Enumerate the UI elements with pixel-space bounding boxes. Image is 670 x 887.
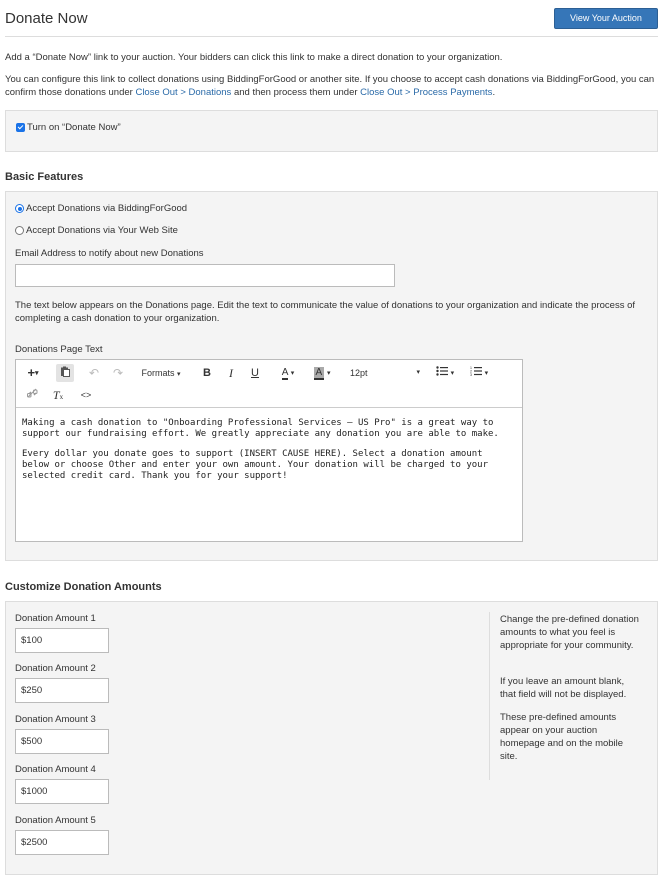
divider	[5, 36, 658, 37]
donate-now-toggle-panel: Turn on “Donate Now”	[5, 110, 658, 152]
bold-icon[interactable]: B	[199, 364, 215, 382]
radio-selected-icon[interactable]	[15, 204, 24, 213]
email-label: Email Address to notify about new Donati…	[15, 248, 204, 259]
donation-amount-3-field[interactable]: $500	[15, 729, 109, 754]
help-text-appear: These pre-defined amounts appear on your…	[500, 712, 624, 762]
donation-amount-4-field[interactable]: $1000	[15, 779, 109, 804]
donation-amount-4-label: Donation Amount 4	[15, 764, 96, 775]
donation-amount-1-label: Donation Amount 1	[15, 613, 96, 624]
intro-configure-text: You can configure this link to collect d…	[5, 74, 655, 98]
intro-text: Add a “Donate Now” link to your auction.…	[5, 52, 503, 63]
svg-text:3: 3	[470, 373, 472, 376]
radio-accept-web-site[interactable]: Accept Donations via Your Web Site	[15, 225, 178, 236]
clear-formatting-icon[interactable]: Tx	[50, 386, 66, 404]
close-out-donations-link[interactable]: Close Out > Donations	[135, 87, 231, 98]
formats-dropdown[interactable]: Formats ▾	[136, 364, 186, 382]
plus-icon[interactable]: +▾	[22, 364, 44, 382]
background-color-icon[interactable]: A ▾	[308, 364, 336, 382]
donate-now-toggle[interactable]: Turn on “Donate Now”	[16, 122, 121, 133]
donation-amount-3-label: Donation Amount 3	[15, 714, 96, 725]
paste-icon[interactable]	[56, 364, 74, 382]
donations-page-description: The text below appears on the Donations …	[15, 300, 636, 324]
editor-toolbar: +▾ ↶ ↷ Formats ▾ B I U A ▾ A ▾ 12pt ▾ ▾ 1…	[16, 360, 522, 408]
editor-content[interactable]: Making a cash donation to "Onboarding Pr…	[22, 418, 512, 491]
radio-accept-biddingforgood[interactable]: Accept Donations via BiddingForGood	[15, 203, 187, 214]
email-field[interactable]	[15, 264, 395, 287]
unlink-icon[interactable]	[24, 386, 40, 404]
donation-amount-1-field[interactable]: $100	[15, 628, 109, 653]
page-header: Donate Now View Your Auction	[5, 8, 658, 30]
donation-amount-2-field[interactable]: $250	[15, 678, 109, 703]
redo-icon[interactable]: ↷	[110, 364, 126, 382]
text-color-icon[interactable]: A ▾	[274, 364, 302, 382]
font-size-dropdown[interactable]: 12pt ▾	[348, 364, 422, 382]
checkbox-checked-icon[interactable]	[16, 123, 25, 132]
italic-icon[interactable]: I	[223, 364, 239, 382]
donation-amount-2-label: Donation Amount 2	[15, 663, 96, 674]
donation-amount-5-label: Donation Amount 5	[15, 815, 96, 826]
customize-donation-amounts-title: Customize Donation Amounts	[5, 581, 162, 593]
bullet-list-icon[interactable]: ▾	[432, 364, 458, 382]
underline-icon[interactable]: U	[247, 364, 263, 382]
editor-paragraph: Every dollar you donate goes to support …	[22, 449, 488, 481]
help-divider	[489, 612, 490, 780]
donation-amount-5-field[interactable]: $2500	[15, 830, 109, 855]
radio-unselected-icon[interactable]	[15, 226, 24, 235]
numbered-list-icon[interactable]: 123 ▾	[466, 364, 492, 382]
help-text-change: Change the pre-defined donation amounts …	[500, 614, 639, 651]
source-code-icon[interactable]: <>	[78, 386, 94, 404]
close-out-process-payments-link[interactable]: Close Out > Process Payments	[360, 87, 492, 98]
view-your-auction-button[interactable]: View Your Auction	[554, 8, 658, 29]
undo-icon[interactable]: ↶	[86, 364, 102, 382]
help-text-blank: If you leave an amount blank, that field…	[500, 676, 627, 700]
page-title: Donate Now	[5, 10, 88, 27]
basic-features-title: Basic Features	[5, 171, 84, 183]
rich-text-editor[interactable]: +▾ ↶ ↷ Formats ▾ B I U A ▾ A ▾ 12pt ▾ ▾ 1…	[15, 359, 523, 542]
donations-page-text-label: Donations Page Text	[15, 344, 103, 355]
editor-paragraph: Making a cash donation to "Onboarding Pr…	[22, 418, 499, 439]
